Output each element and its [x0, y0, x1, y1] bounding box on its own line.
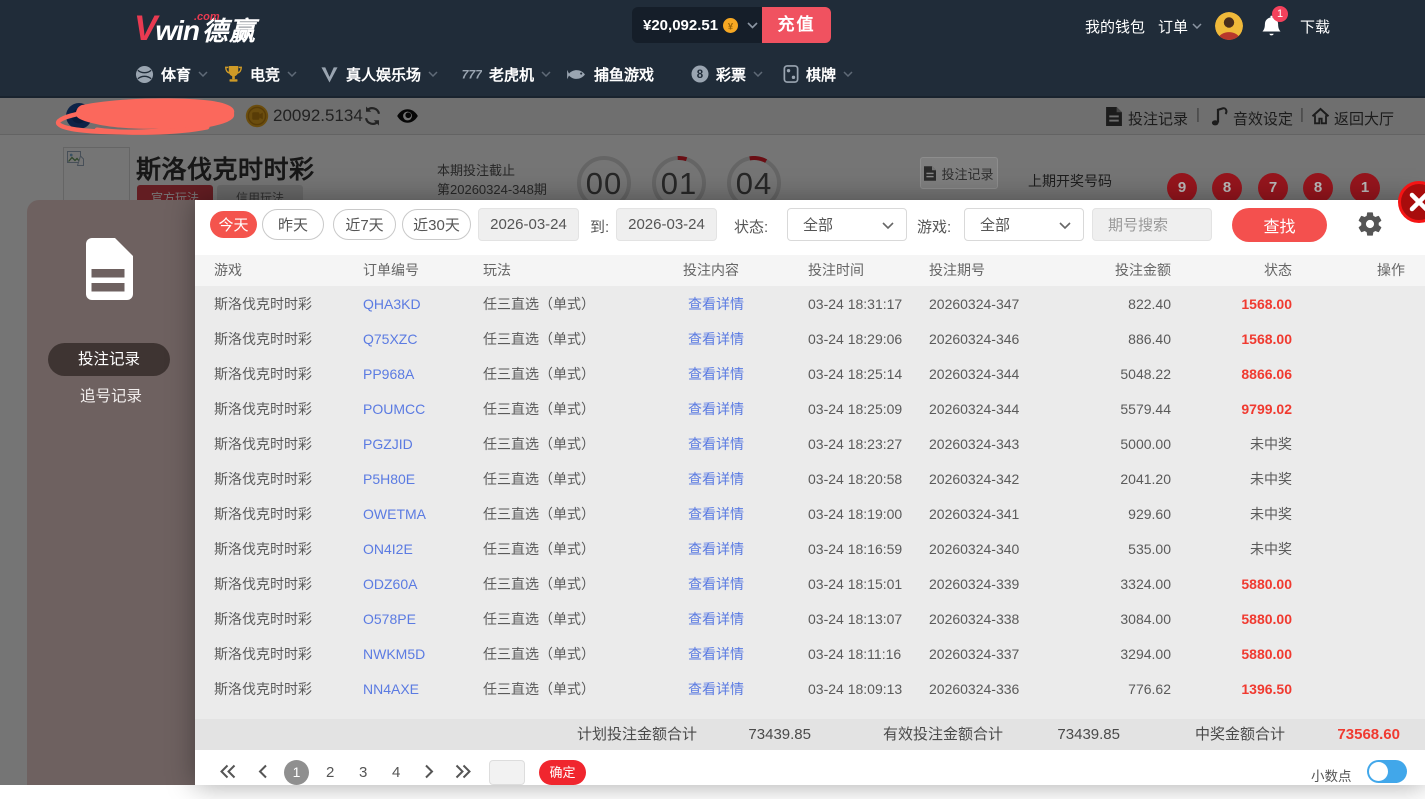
svg-text:8: 8 — [697, 69, 704, 81]
svg-text:777: 777 — [462, 68, 482, 82]
svg-text:¥: ¥ — [728, 21, 734, 31]
